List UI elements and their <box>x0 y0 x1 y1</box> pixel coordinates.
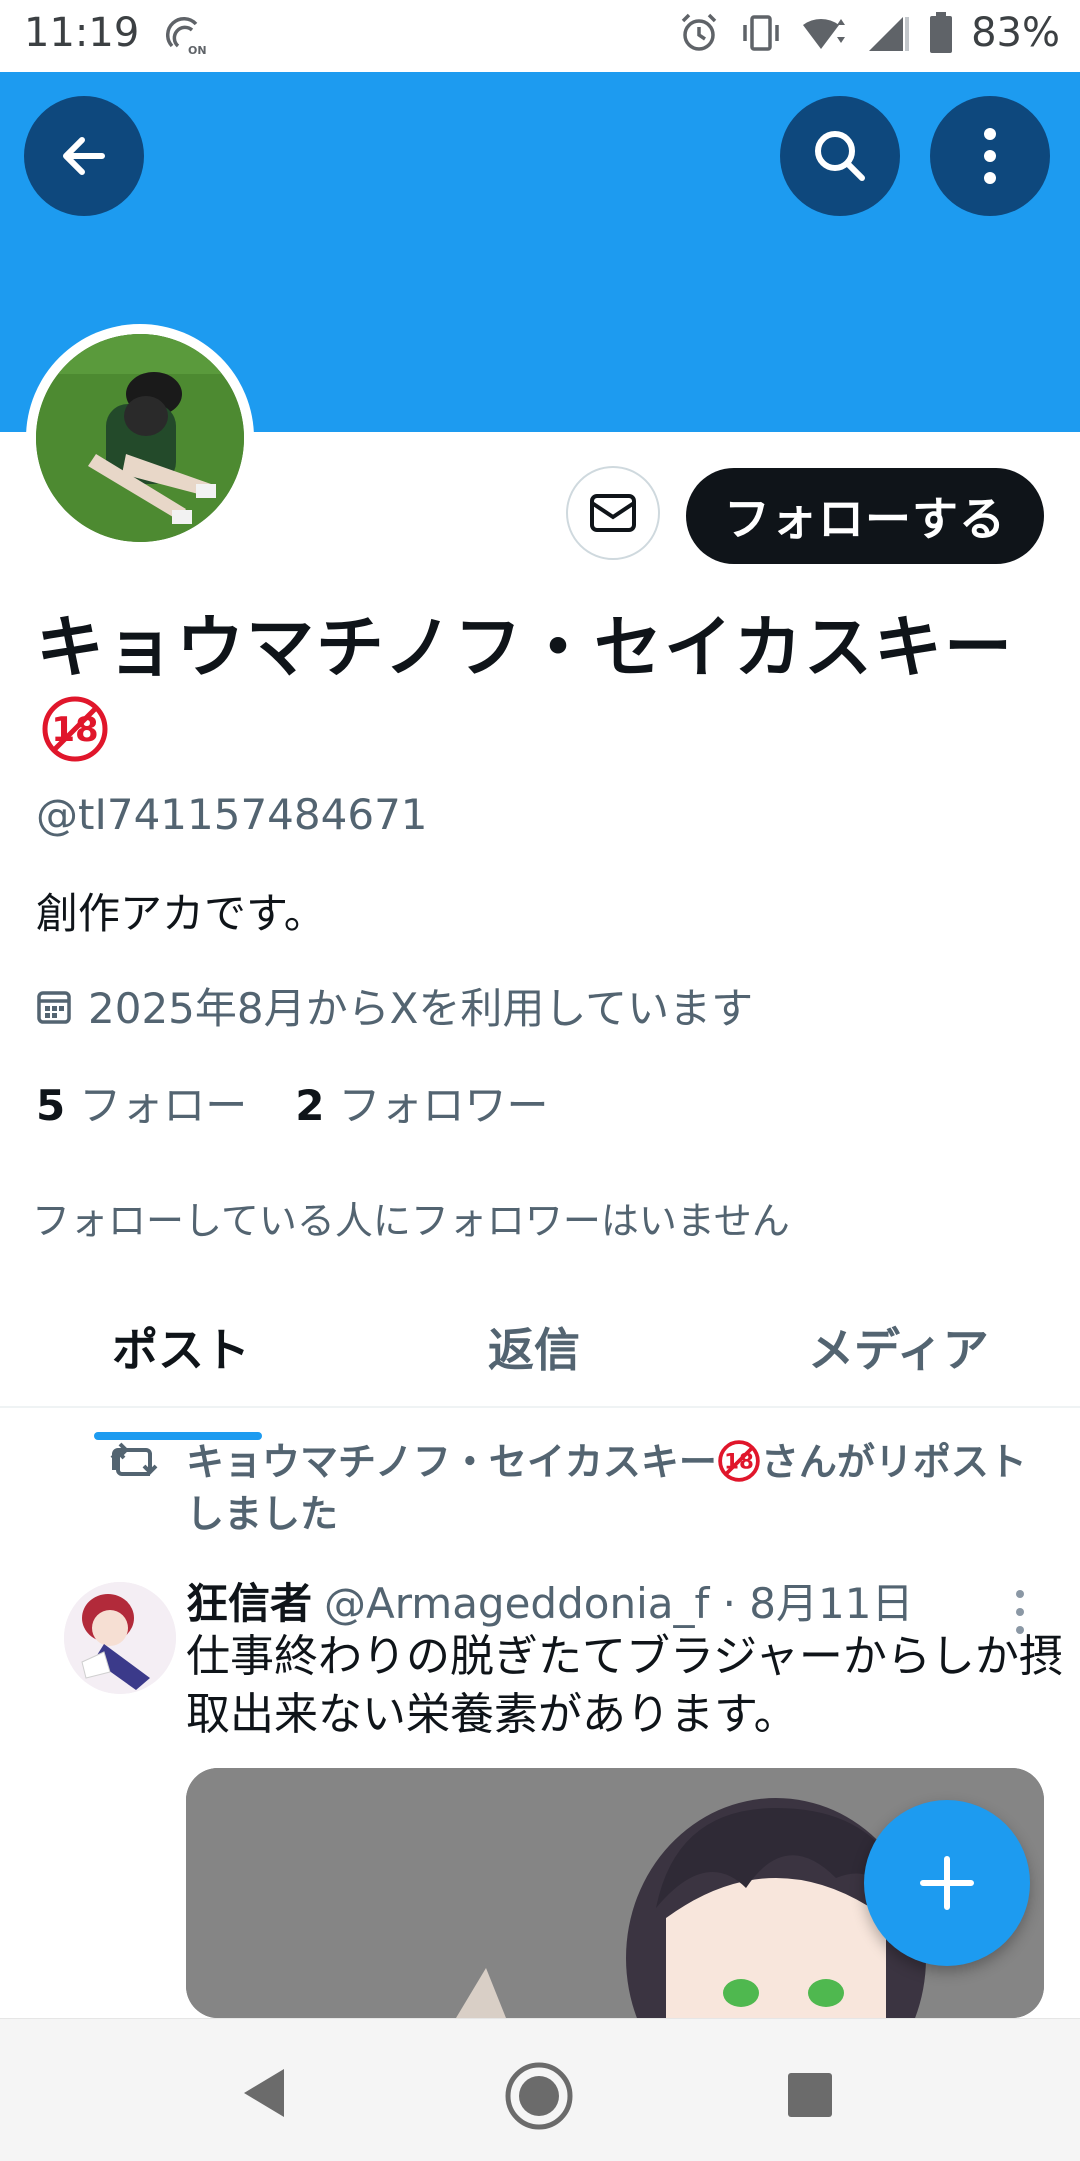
avatar-photo <box>36 334 244 542</box>
r18-badge-small-icon: 18 <box>718 1440 760 1482</box>
follow-button[interactable]: フォローする <box>686 468 1044 564</box>
arrow-left-icon <box>63 137 105 175</box>
message-button[interactable] <box>566 466 660 560</box>
tab-replies[interactable]: 返信 <box>488 1314 580 1380</box>
status-icons: 83% <box>677 10 1060 56</box>
system-nav-bar <box>0 2018 1080 2161</box>
more-vertical-icon <box>984 128 996 184</box>
profile-bio: 創作アカです。 <box>36 889 326 938</box>
followers-link[interactable]: 2 フォロワー <box>295 1072 548 1133</box>
nav-recents-icon[interactable] <box>786 2071 834 2119</box>
signal-icon <box>869 17 910 51</box>
profile-handle: @tI741157484671 <box>36 790 428 839</box>
compose-post-button[interactable] <box>864 1800 1030 1966</box>
following-count: 5 <box>36 1081 66 1130</box>
tab-media[interactable]: メディア <box>808 1314 989 1380</box>
follow-stats: 5 フォロー 2 フォロワー <box>36 1072 549 1133</box>
envelope-icon <box>590 494 636 532</box>
display-name: キョウマチノフ・セイカスキー <box>36 609 1014 688</box>
profile-tabs: ポスト 返信 メディア <box>0 1290 1080 1408</box>
battery-icon <box>930 12 953 53</box>
nav-back-icon[interactable] <box>240 2067 288 2119</box>
back-button[interactable] <box>24 96 144 216</box>
post-handle-date: @Armageddonia_f · 8月11日 <box>324 1579 914 1628</box>
svg-text:ON: ON <box>188 44 207 56</box>
following-link[interactable]: 5 フォロー <box>36 1072 247 1133</box>
mutual-followers-note: フォローしている人にフォロワーはいません <box>32 1199 790 1243</box>
nav-home-icon[interactable] <box>504 2061 574 2131</box>
status-bar: 11:19 ON 83% <box>0 0 1080 72</box>
repost-context: キョウマチノフ・セイカスキー18さんがリポストしました <box>186 1436 1056 1540</box>
followers-label: フォロワー <box>338 1081 549 1130</box>
calendar-icon <box>37 990 71 1024</box>
battery-percent: 83% <box>971 10 1060 56</box>
vibrate-icon <box>743 15 779 51</box>
repost-by: キョウマチノフ・セイカスキー <box>186 1440 717 1484</box>
post-header: 狂信者 @Armageddonia_f · 8月11日 <box>186 1570 913 1631</box>
joined-text: 2025年8月からXを利用しています <box>88 984 754 1033</box>
post-author-avatar[interactable] <box>64 1582 176 1694</box>
plus-icon <box>920 1856 974 1910</box>
profile-avatar[interactable] <box>26 324 254 552</box>
alarm-icon <box>681 13 717 51</box>
search-button[interactable] <box>780 96 900 216</box>
search-icon <box>815 131 865 181</box>
more-options-button[interactable] <box>930 96 1050 216</box>
joined-date: 2025年8月からXを利用しています <box>36 975 753 1036</box>
tab-posts[interactable]: ポスト <box>112 1314 250 1380</box>
followers-count: 2 <box>295 1081 325 1130</box>
repost-icon <box>110 1442 158 1476</box>
post-text: 仕事終わりの脱ぎたてブラジャーからしか摂取出来ない栄養素があります。 <box>186 1631 1063 1740</box>
nfc-icon: ON <box>166 16 207 56</box>
r18-badge-icon: 18 <box>42 696 108 762</box>
post-author-name[interactable]: 狂信者 <box>186 1579 312 1628</box>
status-time: 11:19 <box>24 10 140 56</box>
following-label: フォロー <box>79 1081 248 1130</box>
wifi-icon <box>803 19 846 49</box>
